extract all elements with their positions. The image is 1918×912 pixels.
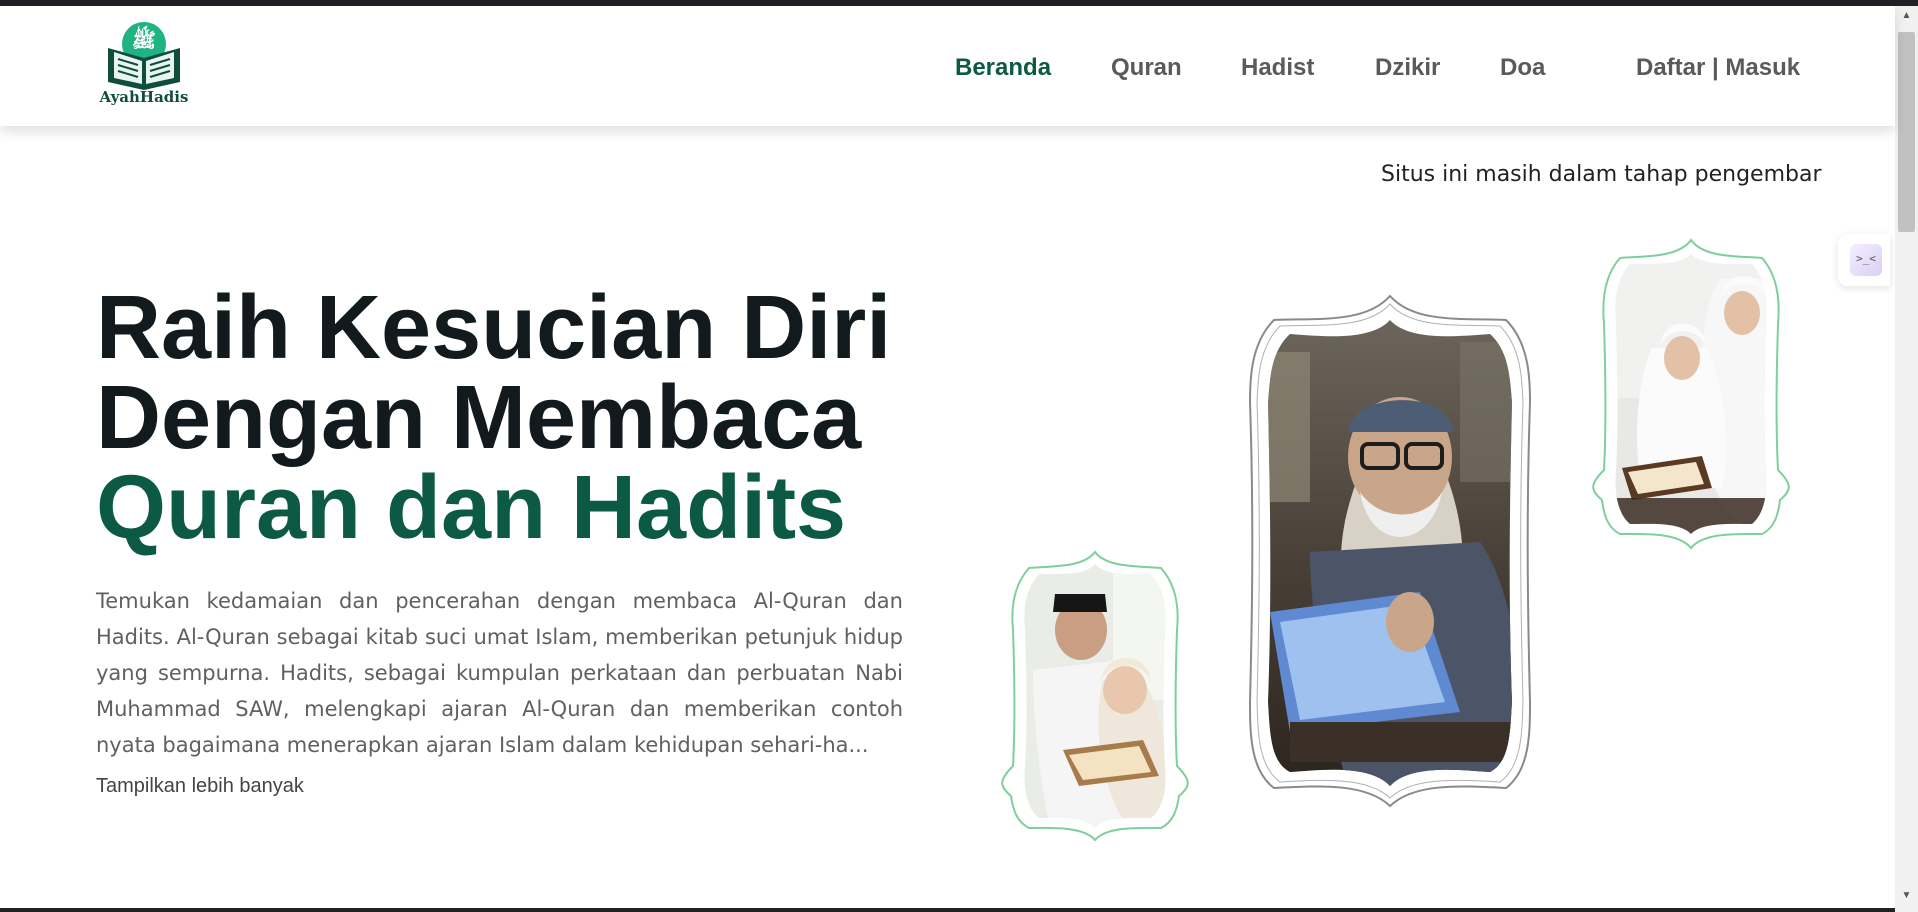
logo[interactable]: ﷺ AyahHadis [94, 20, 194, 112]
hero-photo-elderly-reader [1248, 294, 1532, 808]
browser-bottom-edge [0, 908, 1895, 912]
hero-title-line-3: Quran dan Hadits [96, 458, 847, 558]
scrollbar-thumb[interactable] [1898, 32, 1915, 232]
logo-text: AyahHadis [99, 88, 189, 106]
hero-description: Temukan kedamaian dan pencerahan dengan … [96, 589, 903, 757]
chat-widget-icon: >_< [1850, 244, 1882, 276]
quran-book-icon: ﷺ [108, 22, 180, 90]
hero-title-line-2: Dengan Membaca [96, 368, 862, 468]
scroll-down-arrow-icon[interactable]: ▼ [1898, 890, 1915, 906]
nav-item-hadist[interactable]: Hadist [1241, 54, 1314, 82]
hero-photo-two-girls [1592, 238, 1790, 550]
hero-title-line-1: Raih Kesucian Diri [96, 278, 892, 378]
site-header: ﷺ AyahHadis Beranda Quran Hadist Dzikir … [0, 6, 1895, 126]
dev-notice-marquee: Situs ini masih dalam tahap pengembar [1381, 162, 1822, 187]
show-more-link[interactable]: Tampilkan lebih banyak [96, 775, 304, 798]
nav-item-beranda[interactable]: Beranda [955, 54, 1051, 82]
nav-item-quran[interactable]: Quran [1111, 54, 1182, 82]
nav-item-doa[interactable]: Doa [1500, 54, 1545, 82]
hero-photo-father-daughter [1001, 550, 1189, 842]
auth-link[interactable]: Daftar | Masuk [1636, 54, 1800, 82]
chat-widget[interactable]: >_< [1838, 234, 1890, 286]
scroll-up-arrow-icon[interactable]: ▲ [1898, 10, 1915, 26]
hero-title: Raih Kesucian Diri Dengan Membaca Quran … [96, 283, 891, 553]
nav-item-dzikir[interactable]: Dzikir [1375, 54, 1440, 82]
svg-text:ﷺ: ﷺ [132, 25, 156, 52]
